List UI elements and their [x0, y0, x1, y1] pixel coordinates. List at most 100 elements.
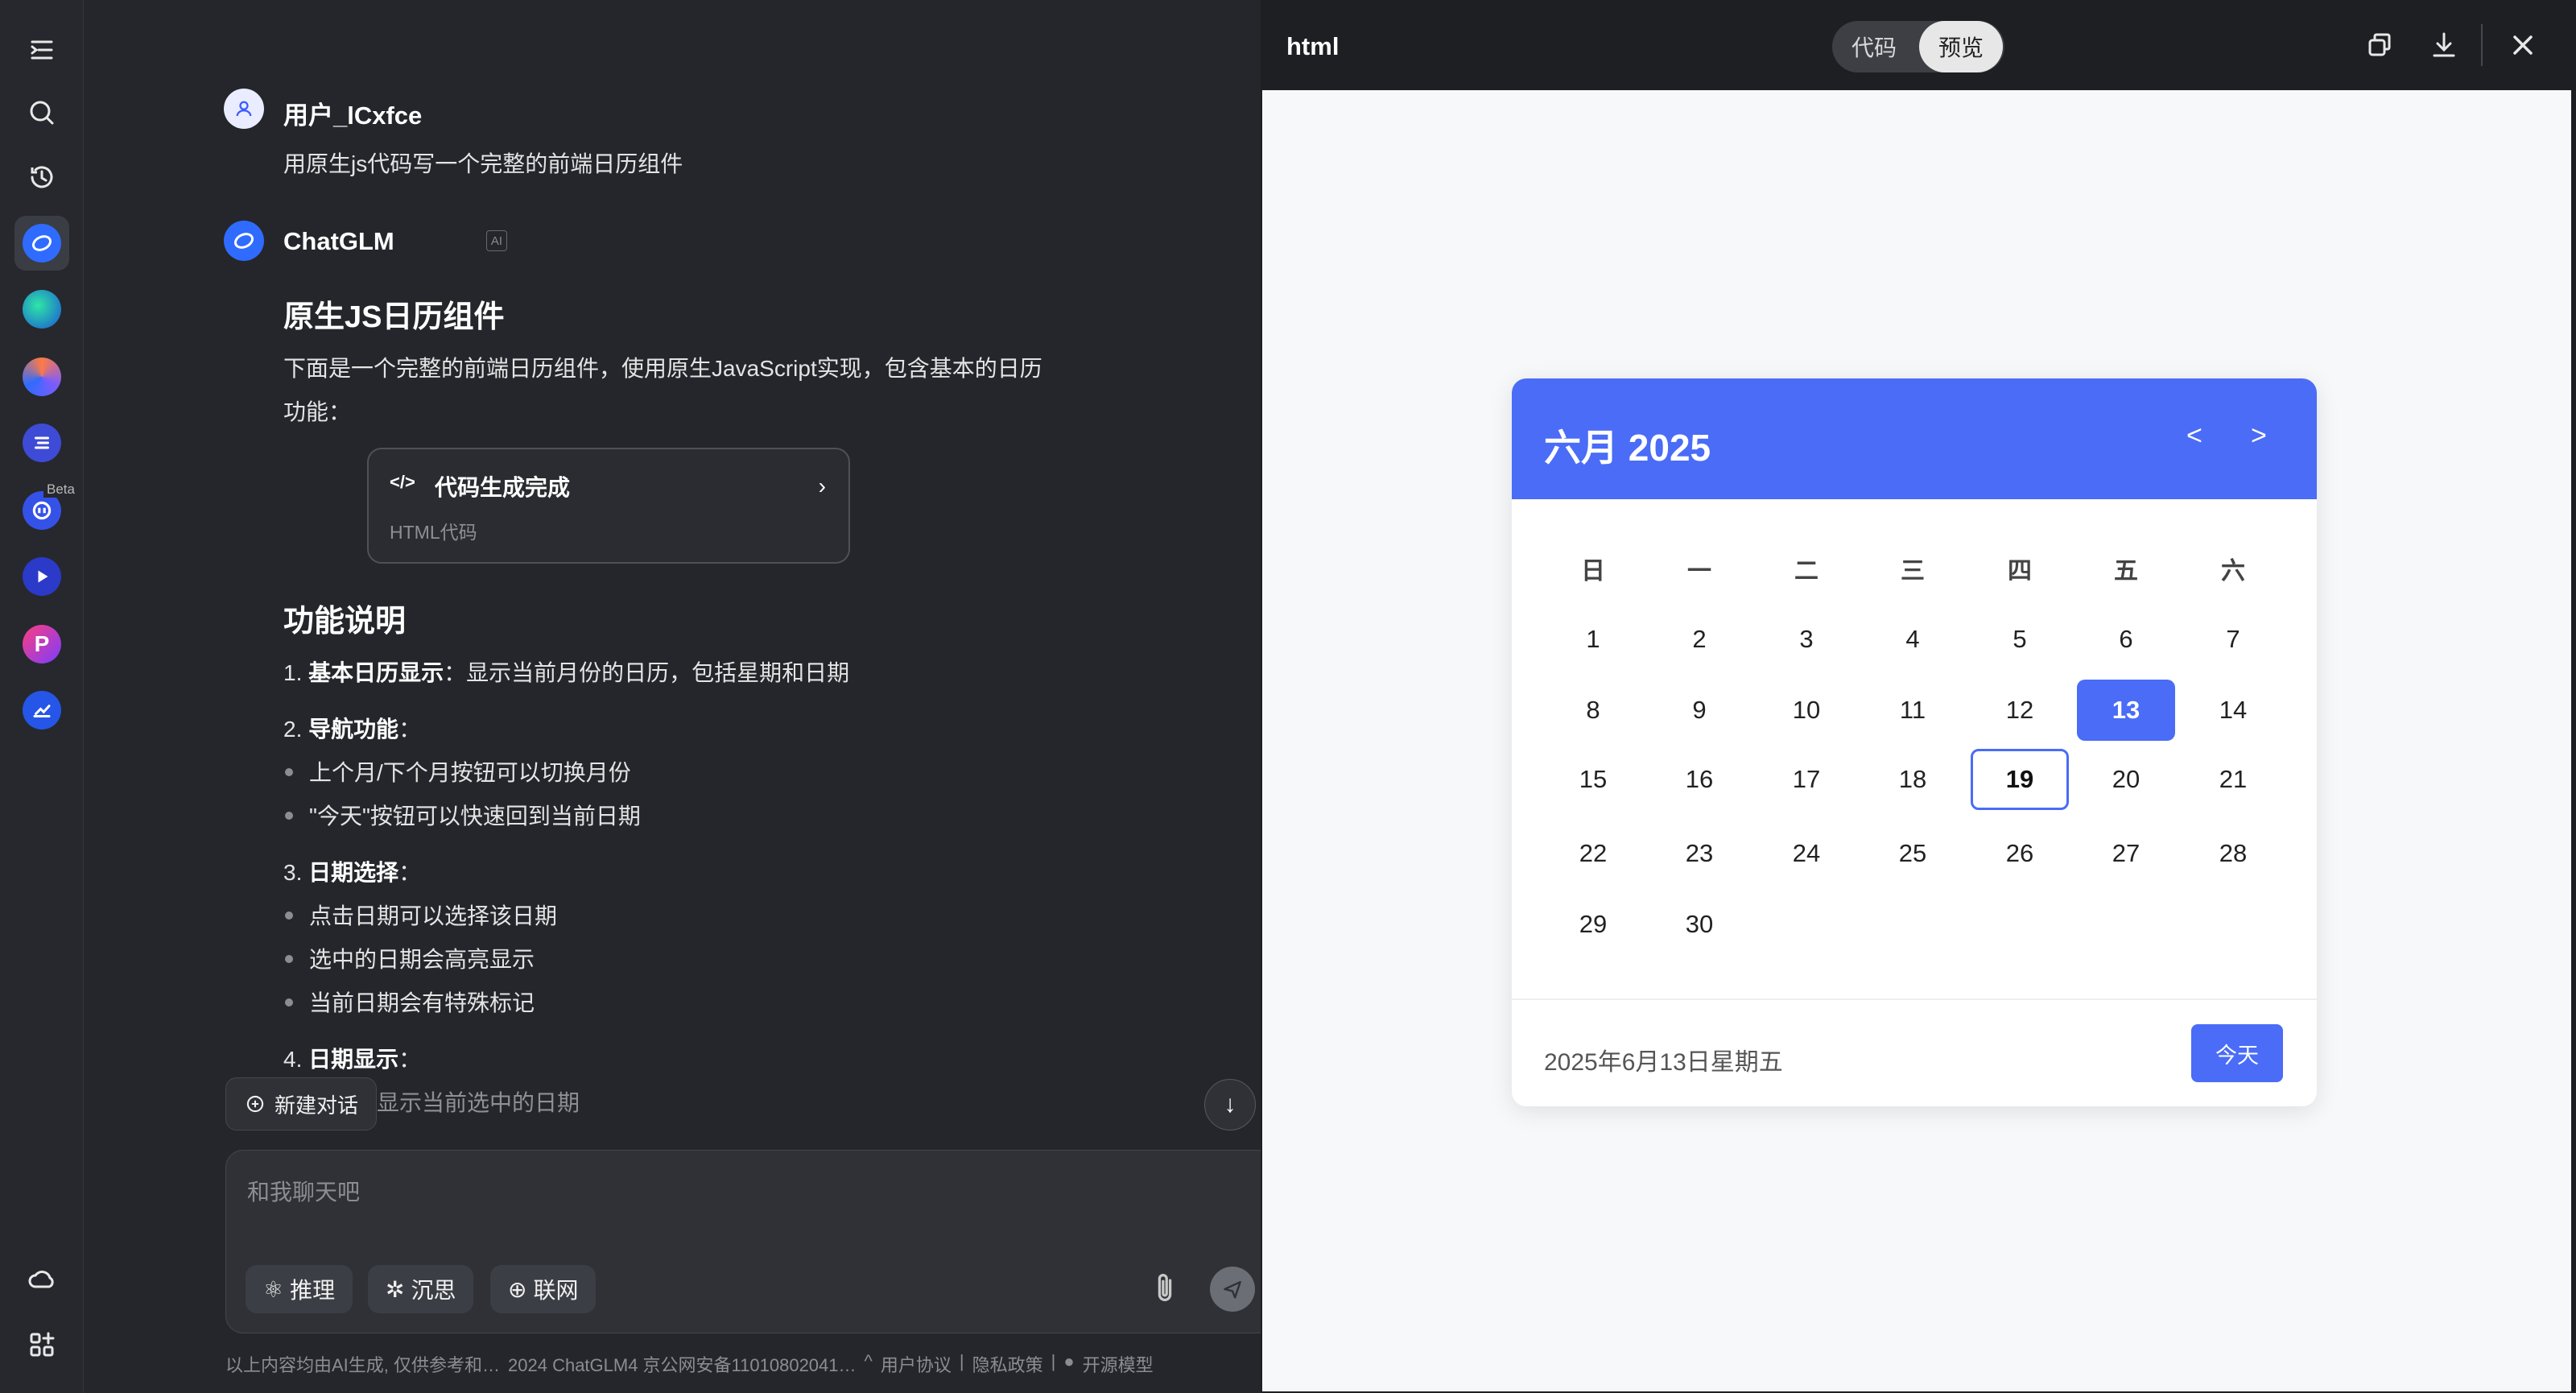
- chevron-up-icon: ^: [864, 1351, 873, 1371]
- web-search-label: 联网: [533, 1278, 579, 1303]
- feature-4-colon: ：: [398, 1047, 422, 1072]
- new-chat-icon: [246, 1095, 264, 1113]
- feature-4-number: 4.: [283, 1047, 303, 1072]
- day-cell[interactable]: 4: [1864, 609, 1962, 670]
- day-cell[interactable]: 5: [1971, 609, 2069, 670]
- feature-2-bullet-2: "今天"按钮可以快速回到当前日期: [309, 804, 641, 829]
- search-icon[interactable]: [14, 85, 69, 140]
- calendar-header: 六月 2025 < >: [1512, 378, 2317, 499]
- arrow-down-icon: ↓: [1224, 1091, 1236, 1118]
- code-icon: </>: [390, 472, 415, 492]
- day-cell[interactable]: 29: [1544, 894, 1642, 955]
- day-cell[interactable]: 15: [1544, 749, 1642, 810]
- reasoning-toggle[interactable]: ⚛ 推理: [246, 1265, 353, 1313]
- preview-header: html 代码 预览: [1261, 0, 2576, 90]
- calendar-footer-divider: [1512, 998, 2317, 1000]
- deep-think-toggle[interactable]: ✲ 沉思: [368, 1265, 474, 1313]
- day-cell[interactable]: 12: [1971, 680, 2069, 741]
- features-heading: 功能说明: [283, 605, 407, 639]
- day-cell-selected[interactable]: 13: [2077, 680, 2175, 741]
- web-search-toggle[interactable]: ⊕ 联网: [490, 1265, 597, 1313]
- assistant-name: ChatGLM: [283, 227, 394, 255]
- search-agent-app-icon[interactable]: [14, 282, 69, 337]
- new-chat-button[interactable]: 新建对话: [225, 1077, 377, 1131]
- day-cell[interactable]: 6: [2077, 609, 2175, 670]
- day-cell[interactable]: 30: [1650, 894, 1748, 955]
- tab-code[interactable]: 代码: [1832, 21, 1916, 72]
- day-cell[interactable]: 20: [2077, 749, 2175, 810]
- cloud-icon[interactable]: [14, 1251, 69, 1306]
- download-icon[interactable]: [2428, 29, 2460, 61]
- sidebar-toggle-icon[interactable]: [14, 23, 69, 77]
- feature-1-title: 基本日历显示: [308, 660, 444, 685]
- view-toggle[interactable]: 代码 预览: [1832, 21, 2004, 72]
- feature-2-bullet-1: 上个月/下个月按钮可以切换月份: [309, 760, 631, 785]
- user-agreement-link[interactable]: 用户协议: [881, 1351, 952, 1377]
- preview-canvas: 六月 2025 < > 日一二三四五六 1 2 3 4 5 6 7 8 9 10 11 12 13 14 1…: [1262, 90, 2571, 1391]
- day-cell[interactable]: 18: [1864, 749, 1962, 810]
- footer-bar: 以上内容均由AI生成, 仅供参考和… 2024 ChatGLM4 京公网安备11…: [225, 1351, 1154, 1377]
- feature-3-number: 3.: [283, 860, 303, 885]
- icp-record[interactable]: 2024 ChatGLM4 京公网安备11010802041…: [508, 1351, 857, 1377]
- intro-line-1: 下面是一个完整的前端日历组件，使用原生JavaScript实现，包含基本的日历: [283, 356, 1042, 381]
- day-cell[interactable]: 16: [1650, 749, 1748, 810]
- chat-input-placeholder[interactable]: 和我聊天吧: [247, 1175, 360, 1207]
- day-cell[interactable]: 23: [1650, 823, 1748, 884]
- feature-4-title: 日期显示: [308, 1047, 399, 1072]
- close-icon[interactable]: [2507, 29, 2539, 61]
- intro-line-2: 功能：: [283, 399, 352, 424]
- scroll-down-button[interactable]: ↓: [1204, 1079, 1256, 1131]
- day-cell[interactable]: 27: [2077, 823, 2175, 884]
- chatglm-app-icon[interactable]: [14, 216, 69, 271]
- paperclip-icon[interactable]: [1147, 1270, 1183, 1309]
- footer-divider: |: [959, 1351, 964, 1371]
- prev-month-button[interactable]: <: [2186, 420, 2202, 452]
- weekday-header: 一: [1687, 558, 1711, 585]
- calendar-month-title: 六月 2025: [1544, 427, 1711, 469]
- day-cell[interactable]: 17: [1757, 749, 1856, 810]
- copy-icon[interactable]: [2363, 29, 2396, 61]
- privacy-policy-link[interactable]: 隐私政策: [972, 1351, 1043, 1377]
- open-model-link[interactable]: 开源模型: [1083, 1351, 1154, 1377]
- day-cell[interactable]: 3: [1757, 609, 1856, 670]
- day-cell[interactable]: 8: [1544, 680, 1642, 741]
- bullet-dot: [285, 812, 293, 820]
- chart-app-icon[interactable]: [14, 683, 69, 738]
- feature-3-title: 日期选择: [308, 860, 399, 885]
- day-cell-today[interactable]: 19: [1971, 749, 2069, 810]
- day-cell[interactable]: 7: [2184, 609, 2282, 670]
- chat-composer[interactable]: 和我聊天吧 ⚛ 推理 ✲ 沉思 ⊕ 联网: [225, 1150, 1275, 1333]
- feature-3-bullet-3: 当前日期会有特殊标记: [309, 990, 535, 1015]
- tab-preview[interactable]: 预览: [1919, 21, 2003, 72]
- next-month-button[interactable]: >: [2251, 420, 2267, 452]
- send-button[interactable]: [1210, 1267, 1255, 1312]
- ppt-app-icon[interactable]: P: [14, 617, 69, 672]
- feature-3-bullet-1: 点击日期可以选择该日期: [309, 903, 558, 928]
- day-cell[interactable]: 9: [1650, 680, 1748, 741]
- day-cell[interactable]: 11: [1864, 680, 1962, 741]
- send-icon: [1224, 1281, 1241, 1299]
- today-button[interactable]: 今天: [2191, 1024, 2283, 1082]
- day-cell[interactable]: 25: [1864, 823, 1962, 884]
- day-cell[interactable]: 24: [1757, 823, 1856, 884]
- day-cell[interactable]: 26: [1971, 823, 2069, 884]
- atom-icon: ⚛: [263, 1276, 284, 1302]
- day-cell[interactable]: 28: [2184, 823, 2282, 884]
- list-app-icon[interactable]: [14, 415, 69, 470]
- preview-title: html: [1286, 32, 1340, 60]
- user-name: 用户_lCxfce: [283, 101, 423, 130]
- day-cell[interactable]: 21: [2184, 749, 2282, 810]
- day-cell[interactable]: 10: [1757, 680, 1856, 741]
- chat-panel: 用户_lCxfce 用原生js代码写一个完整的前端日历组件 ChatGLM AI…: [84, 0, 1335, 1393]
- code-result-card[interactable]: </> 代码生成完成 HTML代码 ›: [367, 448, 850, 564]
- day-cell[interactable]: 14: [2184, 680, 2282, 741]
- day-cell[interactable]: 1: [1544, 609, 1642, 670]
- day-cell[interactable]: 2: [1650, 609, 1748, 670]
- weekday-header: 日: [1581, 558, 1605, 585]
- history-icon[interactable]: [14, 150, 69, 205]
- creative-app-icon[interactable]: [14, 349, 69, 404]
- ai-disclaimer: 以上内容均由AI生成, 仅供参考和…: [225, 1355, 501, 1375]
- apps-grid-icon[interactable]: [14, 1317, 69, 1372]
- video-app-icon[interactable]: [14, 549, 69, 604]
- day-cell[interactable]: 22: [1544, 823, 1642, 884]
